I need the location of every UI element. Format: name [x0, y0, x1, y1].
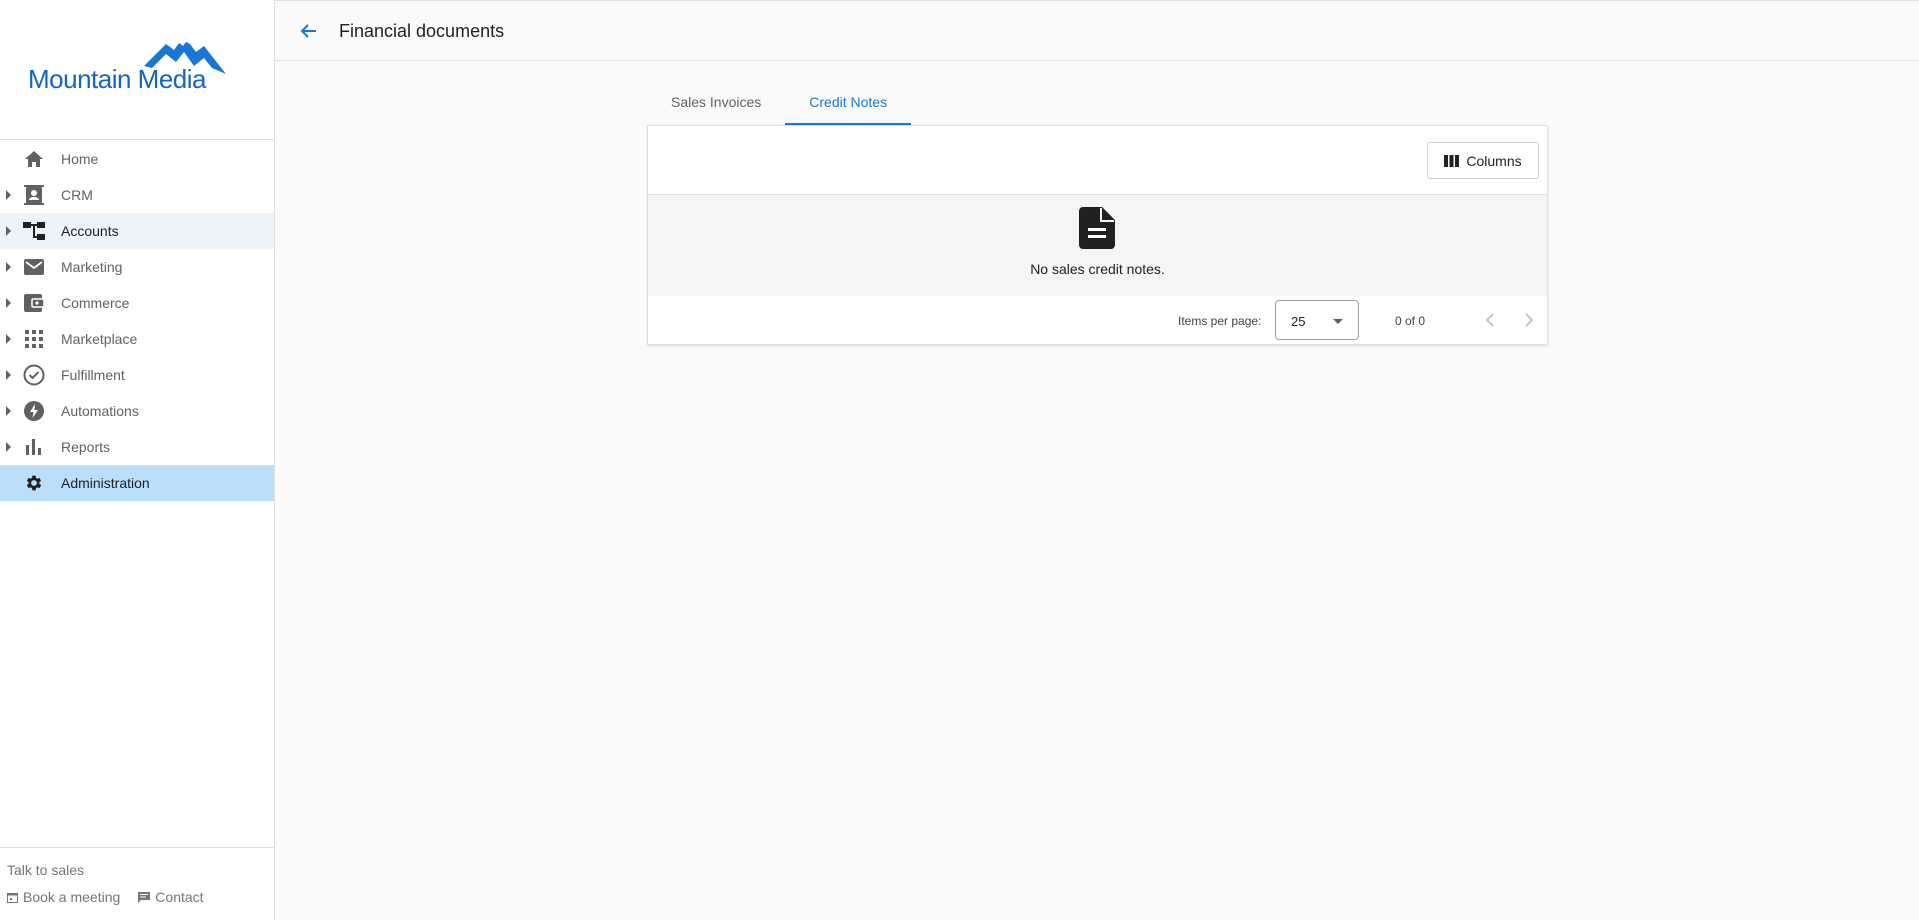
sidebar-item-automations[interactable]: Automations	[0, 393, 274, 429]
sidebar-item-administration[interactable]: Administration	[0, 465, 274, 501]
expand-caret-icon[interactable]	[6, 190, 11, 200]
sidebar-footer: Talk to sales Book a meeting Contact	[0, 847, 274, 920]
document-tabs: Sales Invoices Credit Notes	[647, 86, 911, 125]
sidebar-item-label: Commerce	[61, 295, 130, 311]
bar-chart-icon	[23, 437, 45, 457]
table-toolbar: Columns	[648, 126, 1547, 195]
next-page-button[interactable]	[1517, 308, 1541, 332]
sidebar-item-crm[interactable]: CRM	[0, 177, 274, 213]
empty-state: No sales credit notes.	[648, 195, 1547, 296]
tab-credit-notes[interactable]: Credit Notes	[785, 86, 911, 125]
credit-notes-table: Columns No sales credit notes. Items per…	[647, 125, 1548, 345]
contact-label: Contact	[155, 889, 204, 905]
sidebar-item-commerce[interactable]: Commerce	[0, 285, 274, 321]
contact-link[interactable]: Contact	[138, 889, 204, 905]
expand-caret-icon[interactable]	[6, 442, 11, 452]
home-icon	[23, 149, 45, 169]
check-circle-icon	[23, 364, 45, 386]
chevron-left-icon	[1485, 313, 1494, 327]
gear-icon	[23, 473, 45, 493]
sidebar: Mountain Media Home CRM Accounts Marketi…	[0, 0, 275, 920]
document-icon	[1079, 207, 1115, 249]
sidebar-item-label: Home	[61, 151, 99, 167]
sidebar-item-home[interactable]: Home	[0, 141, 274, 177]
book-meeting-label: Book a meeting	[23, 889, 121, 905]
tab-sales-invoices[interactable]: Sales Invoices	[647, 86, 785, 125]
footer-links: Book a meeting Contact	[7, 889, 204, 905]
book-meeting-link[interactable]: Book a meeting	[7, 889, 120, 905]
sidebar-item-label: CRM	[61, 187, 93, 203]
sidebar-item-reports[interactable]: Reports	[0, 429, 274, 465]
items-per-page-select[interactable]: 25	[1275, 300, 1359, 340]
mail-icon	[23, 257, 45, 277]
brand-logo-text: Mountain Media	[28, 64, 207, 92]
columns-button-label: Columns	[1466, 152, 1522, 169]
columns-button[interactable]: Columns	[1427, 142, 1539, 179]
account-tree-icon	[23, 221, 45, 241]
sidebar-item-marketplace[interactable]: Marketplace	[0, 321, 274, 357]
range-label: 0 of 0	[1395, 314, 1426, 328]
sidebar-nav: Home CRM Accounts Marketing Commerce Mar…	[0, 141, 274, 501]
page-header: Financial documents	[275, 0, 1919, 61]
apps-grid-icon	[23, 329, 45, 349]
wallet-icon	[23, 293, 45, 313]
page-title: Financial documents	[339, 21, 505, 41]
sidebar-item-label: Administration	[61, 475, 150, 491]
chat-icon	[138, 891, 151, 903]
sidebar-item-marketing[interactable]: Marketing	[0, 249, 274, 285]
talk-to-sales-label: Talk to sales	[7, 862, 85, 878]
previous-page-button[interactable]	[1478, 308, 1502, 332]
items-per-page-label: Items per page:	[1178, 314, 1262, 328]
expand-caret-icon[interactable]	[6, 370, 11, 380]
expand-caret-icon[interactable]	[6, 262, 11, 272]
empty-message: No sales credit notes.	[1030, 261, 1165, 277]
brand-logo[interactable]: Mountain Media	[26, 28, 246, 92]
view-columns-icon	[1444, 154, 1460, 167]
items-per-page-value: 25	[1291, 314, 1306, 329]
back-arrow-icon[interactable]	[299, 21, 321, 43]
sidebar-item-fulfillment[interactable]: Fulfillment	[0, 357, 274, 393]
paginator: Items per page: 25 0 of 0	[648, 296, 1547, 345]
sidebar-item-label: Accounts	[61, 223, 119, 239]
sidebar-item-label: Marketplace	[61, 331, 138, 347]
sidebar-item-label: Marketing	[61, 259, 123, 275]
chevron-right-icon	[1525, 313, 1534, 327]
bolt-icon	[23, 401, 45, 421]
dropdown-arrow-icon	[1333, 319, 1343, 324]
logo-area: Mountain Media	[0, 0, 274, 140]
contact-card-icon	[23, 185, 45, 205]
calendar-icon	[7, 892, 18, 903]
sidebar-item-label: Reports	[61, 439, 111, 455]
sidebar-item-label: Fulfillment	[61, 367, 125, 383]
expand-caret-icon[interactable]	[6, 226, 11, 236]
expand-caret-icon[interactable]	[6, 334, 11, 344]
sidebar-item-accounts[interactable]: Accounts	[0, 213, 274, 249]
expand-caret-icon[interactable]	[6, 406, 11, 416]
expand-caret-icon[interactable]	[6, 298, 11, 308]
sidebar-item-label: Automations	[61, 403, 139, 419]
